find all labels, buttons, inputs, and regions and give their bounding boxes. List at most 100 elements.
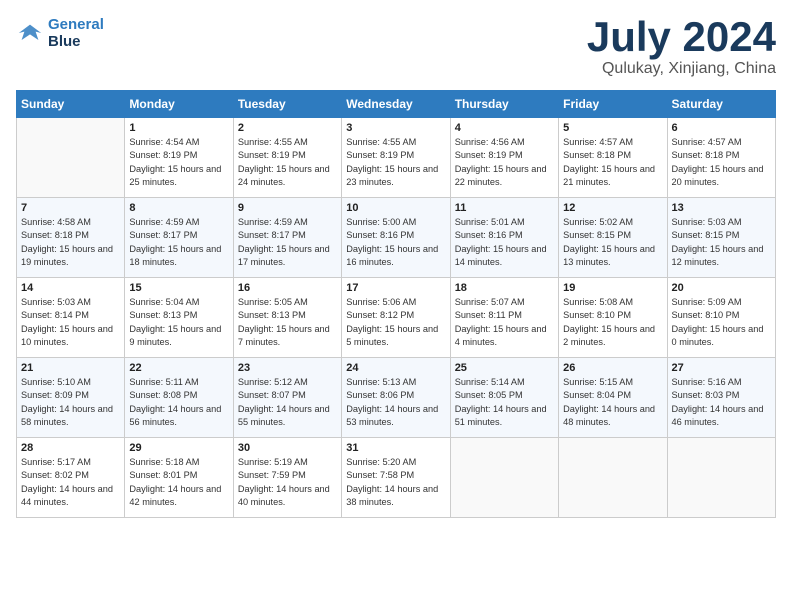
calendar-cell: 31Sunrise: 5:20 AMSunset: 7:58 PMDayligh… bbox=[342, 438, 450, 518]
day-info: Sunrise: 4:56 AMSunset: 8:19 PMDaylight:… bbox=[455, 136, 554, 189]
day-info: Sunrise: 5:07 AMSunset: 8:11 PMDaylight:… bbox=[455, 296, 554, 349]
calendar-cell: 20Sunrise: 5:09 AMSunset: 8:10 PMDayligh… bbox=[667, 278, 775, 358]
calendar-cell: 13 Sunrise: 5:03 AMSunset: 8:15 PMDayligh… bbox=[667, 198, 775, 278]
week-row-4: 21 Sunrise: 5:10 AMSunset: 8:09 PMDayligh… bbox=[17, 358, 776, 438]
calendar-cell: 8 Sunrise: 4:59 AMSunset: 8:17 PMDaylight… bbox=[125, 198, 233, 278]
day-info: Sunrise: 5:11 AMSunset: 8:08 PMDaylight:… bbox=[129, 376, 228, 429]
calendar-cell: 18Sunrise: 5:07 AMSunset: 8:11 PMDayligh… bbox=[450, 278, 558, 358]
day-number: 19 bbox=[563, 282, 662, 294]
day-info: Sunrise: 4:59 AMSunset: 8:17 PMDaylight:… bbox=[238, 216, 337, 269]
location-subtitle: Qulukay, Xinjiang, China bbox=[587, 60, 776, 78]
logo-text: General Blue bbox=[48, 16, 104, 51]
day-info: Sunrise: 4:55 AMSunset: 8:19 PMDaylight:… bbox=[238, 136, 337, 189]
day-number: 1 bbox=[129, 122, 228, 134]
day-number: 27 bbox=[672, 362, 771, 374]
logo-icon bbox=[16, 19, 44, 47]
calendar-cell: 10Sunrise: 5:00 AMSunset: 8:16 PMDayligh… bbox=[342, 198, 450, 278]
day-info: Sunrise: 5:04 AMSunset: 8:13 PMDaylight:… bbox=[129, 296, 228, 349]
calendar-cell: 1 Sunrise: 4:54 AMSunset: 8:19 PMDaylight… bbox=[125, 118, 233, 198]
calendar-cell: 23 Sunrise: 5:12 AMSunset: 8:07 PMDayligh… bbox=[233, 358, 341, 438]
calendar-cell: 26Sunrise: 5:15 AMSunset: 8:04 PMDayligh… bbox=[559, 358, 667, 438]
calendar-cell: 16 Sunrise: 5:05 AMSunset: 8:13 PMDayligh… bbox=[233, 278, 341, 358]
day-number: 23 bbox=[238, 362, 337, 374]
day-info: Sunrise: 5:01 AMSunset: 8:16 PMDaylight:… bbox=[455, 216, 554, 269]
day-number: 2 bbox=[238, 122, 337, 134]
day-number: 28 bbox=[21, 442, 120, 454]
day-number: 11 bbox=[455, 202, 554, 214]
day-number: 8 bbox=[129, 202, 228, 214]
header-saturday: Saturday bbox=[667, 91, 775, 118]
day-number: 9 bbox=[238, 202, 337, 214]
calendar-cell bbox=[559, 438, 667, 518]
day-number: 15 bbox=[129, 282, 228, 294]
day-info: Sunrise: 5:05 AMSunset: 8:13 PMDaylight:… bbox=[238, 296, 337, 349]
calendar-cell bbox=[450, 438, 558, 518]
logo: General Blue bbox=[16, 16, 104, 51]
calendar-cell: 27Sunrise: 5:16 AMSunset: 8:03 PMDayligh… bbox=[667, 358, 775, 438]
logo-general: General bbox=[48, 16, 104, 33]
calendar-table: SundayMondayTuesdayWednesdayThursdayFrid… bbox=[16, 90, 776, 518]
calendar-cell bbox=[17, 118, 125, 198]
day-info: Sunrise: 5:13 AMSunset: 8:06 PMDaylight:… bbox=[346, 376, 445, 429]
day-info: Sunrise: 5:15 AMSunset: 8:04 PMDaylight:… bbox=[563, 376, 662, 429]
day-number: 20 bbox=[672, 282, 771, 294]
calendar-header-row: SundayMondayTuesdayWednesdayThursdayFrid… bbox=[17, 91, 776, 118]
calendar-cell: 6 Sunrise: 4:57 AMSunset: 8:18 PMDaylight… bbox=[667, 118, 775, 198]
day-number: 30 bbox=[238, 442, 337, 454]
day-info: Sunrise: 5:14 AMSunset: 8:05 PMDaylight:… bbox=[455, 376, 554, 429]
day-info: Sunrise: 5:10 AMSunset: 8:09 PMDaylight:… bbox=[21, 376, 120, 429]
day-number: 4 bbox=[455, 122, 554, 134]
day-number: 13 bbox=[672, 202, 771, 214]
calendar-cell: 5Sunrise: 4:57 AMSunset: 8:18 PMDaylight… bbox=[559, 118, 667, 198]
day-info: Sunrise: 4:55 AMSunset: 8:19 PMDaylight:… bbox=[346, 136, 445, 189]
day-info: Sunrise: 4:58 AMSunset: 8:18 PMDaylight:… bbox=[21, 216, 120, 269]
day-number: 25 bbox=[455, 362, 554, 374]
day-number: 12 bbox=[563, 202, 662, 214]
day-number: 22 bbox=[129, 362, 228, 374]
calendar-cell: 7Sunrise: 4:58 AMSunset: 8:18 PMDaylight… bbox=[17, 198, 125, 278]
week-row-5: 28 Sunrise: 5:17 AMSunset: 8:02 PMDayligh… bbox=[17, 438, 776, 518]
header-monday: Monday bbox=[125, 91, 233, 118]
day-number: 24 bbox=[346, 362, 445, 374]
week-row-1: 1 Sunrise: 4:54 AMSunset: 8:19 PMDaylight… bbox=[17, 118, 776, 198]
day-info: Sunrise: 5:19 AMSunset: 7:59 PMDaylight:… bbox=[238, 456, 337, 509]
calendar-cell: 21 Sunrise: 5:10 AMSunset: 8:09 PMDayligh… bbox=[17, 358, 125, 438]
day-number: 21 bbox=[21, 362, 120, 374]
day-info: Sunrise: 5:06 AMSunset: 8:12 PMDaylight:… bbox=[346, 296, 445, 349]
day-info: Sunrise: 5:00 AMSunset: 8:16 PMDaylight:… bbox=[346, 216, 445, 269]
day-number: 3 bbox=[346, 122, 445, 134]
day-info: Sunrise: 5:12 AMSunset: 8:07 PMDaylight:… bbox=[238, 376, 337, 429]
calendar-cell: 24 Sunrise: 5:13 AMSunset: 8:06 PMDayligh… bbox=[342, 358, 450, 438]
day-info: Sunrise: 5:03 AMSunset: 8:15 PMDaylight:… bbox=[672, 216, 771, 269]
calendar-cell: 29Sunrise: 5:18 AMSunset: 8:01 PMDayligh… bbox=[125, 438, 233, 518]
day-info: Sunrise: 4:54 AMSunset: 8:19 PMDaylight:… bbox=[129, 136, 228, 189]
calendar-cell: 30 Sunrise: 5:19 AMSunset: 7:59 PMDayligh… bbox=[233, 438, 341, 518]
calendar-cell: 9 Sunrise: 4:59 AMSunset: 8:17 PMDaylight… bbox=[233, 198, 341, 278]
calendar-cell: 4 Sunrise: 4:56 AMSunset: 8:19 PMDaylight… bbox=[450, 118, 558, 198]
calendar-cell: 12 Sunrise: 5:02 AMSunset: 8:15 PMDayligh… bbox=[559, 198, 667, 278]
calendar-cell: 11 Sunrise: 5:01 AMSunset: 8:16 PMDayligh… bbox=[450, 198, 558, 278]
day-info: Sunrise: 5:02 AMSunset: 8:15 PMDaylight:… bbox=[563, 216, 662, 269]
header-sunday: Sunday bbox=[17, 91, 125, 118]
day-number: 16 bbox=[238, 282, 337, 294]
header-tuesday: Tuesday bbox=[233, 91, 341, 118]
day-info: Sunrise: 4:57 AMSunset: 8:18 PMDaylight:… bbox=[672, 136, 771, 189]
day-info: Sunrise: 5:03 AMSunset: 8:14 PMDaylight:… bbox=[21, 296, 120, 349]
calendar-cell: 14 Sunrise: 5:03 AMSunset: 8:14 PMDayligh… bbox=[17, 278, 125, 358]
day-number: 14 bbox=[21, 282, 120, 294]
calendar-cell: 2 Sunrise: 4:55 AMSunset: 8:19 PMDaylight… bbox=[233, 118, 341, 198]
calendar-cell: 15 Sunrise: 5:04 AMSunset: 8:13 PMDayligh… bbox=[125, 278, 233, 358]
header-thursday: Thursday bbox=[450, 91, 558, 118]
day-info: Sunrise: 4:59 AMSunset: 8:17 PMDaylight:… bbox=[129, 216, 228, 269]
day-number: 6 bbox=[672, 122, 771, 134]
calendar-cell bbox=[667, 438, 775, 518]
day-info: Sunrise: 5:18 AMSunset: 8:01 PMDaylight:… bbox=[129, 456, 228, 509]
day-number: 5 bbox=[563, 122, 662, 134]
day-info: Sunrise: 5:17 AMSunset: 8:02 PMDaylight:… bbox=[21, 456, 120, 509]
calendar-cell: 28 Sunrise: 5:17 AMSunset: 8:02 PMDayligh… bbox=[17, 438, 125, 518]
header-wednesday: Wednesday bbox=[342, 91, 450, 118]
day-number: 31 bbox=[346, 442, 445, 454]
title-block: July 2024 Qulukay, Xinjiang, China bbox=[587, 16, 776, 78]
day-number: 17 bbox=[346, 282, 445, 294]
month-title: July 2024 bbox=[587, 16, 776, 58]
